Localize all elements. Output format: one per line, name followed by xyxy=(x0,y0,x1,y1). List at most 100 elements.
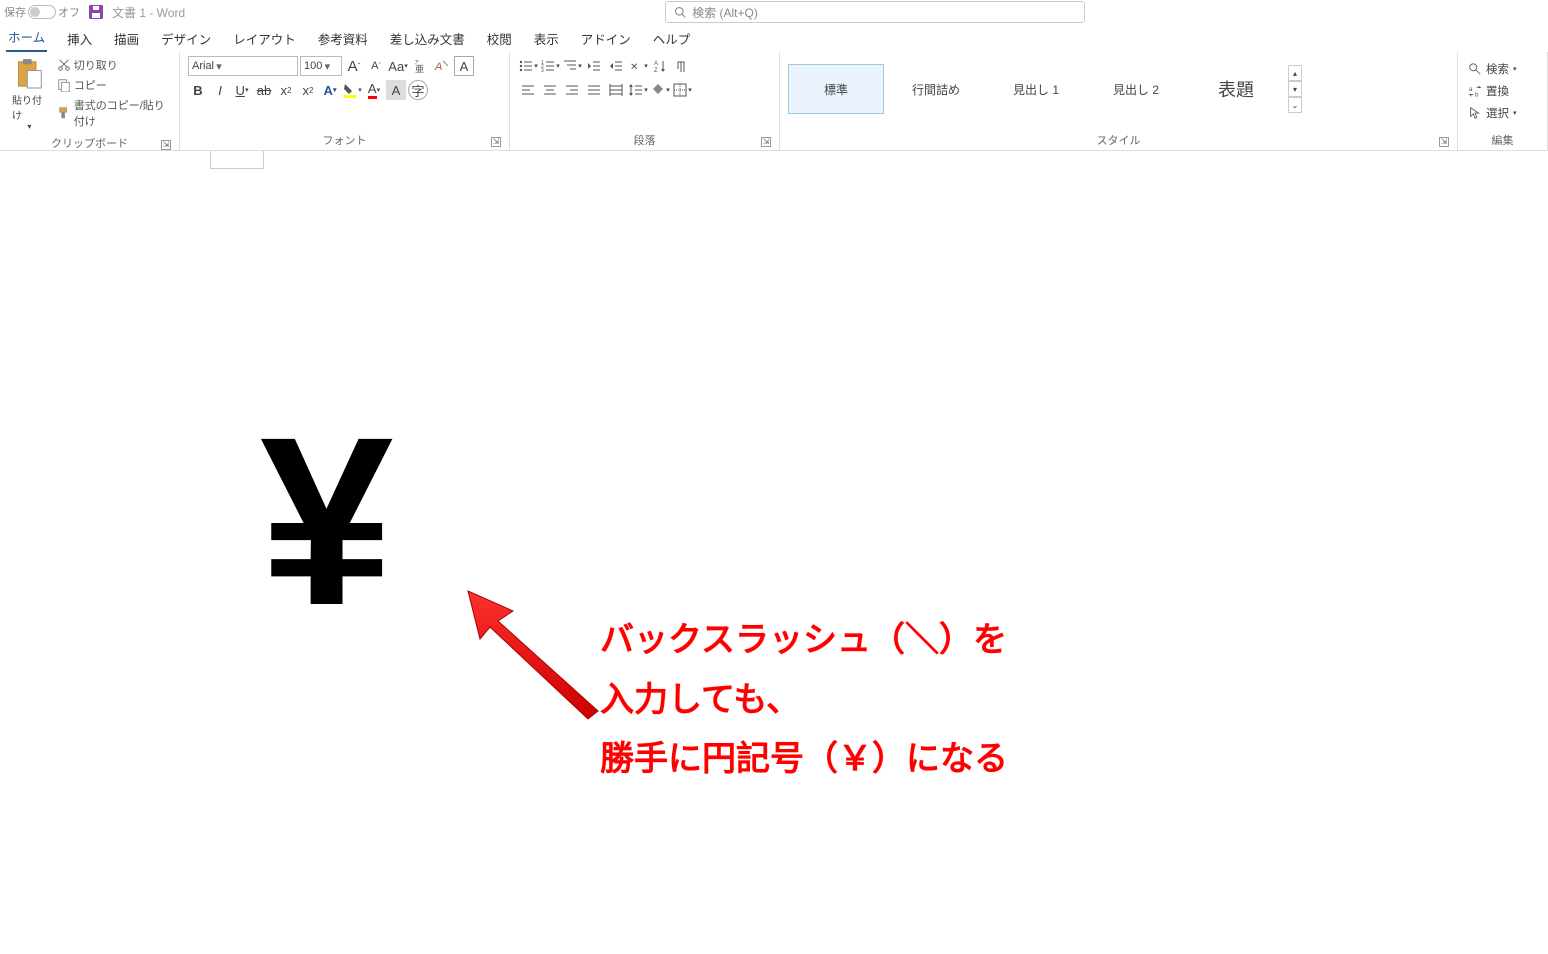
replace-label: 置換 xyxy=(1486,83,1509,99)
style-title[interactable]: 表題 xyxy=(1188,64,1284,114)
strike-icon[interactable]: ab xyxy=(254,80,274,100)
annotation-text: バックスラッシュ（＼）を 入力しても、 勝手に円記号（￥）になる xyxy=(600,611,1008,790)
shading-icon[interactable]: ▾ xyxy=(650,80,670,100)
styles-scroll-up[interactable]: ▴ xyxy=(1288,65,1302,81)
grow-font-icon[interactable]: Aˆ xyxy=(344,56,364,76)
find-label: 検索 xyxy=(1486,61,1509,77)
font-launcher[interactable]: ⇲ xyxy=(491,137,501,147)
copy-button[interactable]: コピー xyxy=(55,76,171,94)
bold-icon[interactable]: B xyxy=(188,80,208,100)
show-marks-icon[interactable] xyxy=(672,56,692,76)
find-button[interactable]: 検索▾ xyxy=(1466,60,1539,78)
tab-layout[interactable]: レイアウト xyxy=(231,25,298,52)
numbering-icon[interactable]: 123▾ xyxy=(540,56,560,76)
font-size-combo[interactable]: 100▾ xyxy=(300,56,342,76)
copy-icon xyxy=(57,78,71,92)
decrease-indent-icon[interactable] xyxy=(584,56,604,76)
toggle-icon xyxy=(28,5,56,19)
svg-text:A: A xyxy=(654,61,658,67)
italic-icon[interactable]: I xyxy=(210,80,230,100)
styles-group-label: スタイル xyxy=(1097,135,1141,147)
align-left-icon[interactable] xyxy=(518,80,538,100)
tab-help[interactable]: ヘルプ xyxy=(651,25,693,52)
svg-text:✕: ✕ xyxy=(630,62,638,73)
font-color-icon[interactable]: A▾ xyxy=(364,80,384,100)
document-title: 文書 1 - Word xyxy=(112,4,185,21)
format-painter-label: 書式のコピー/貼り付け xyxy=(74,97,169,129)
replace-button[interactable]: ab 置換 xyxy=(1466,82,1539,100)
subscript-icon[interactable]: x2 xyxy=(276,80,296,100)
styles-group: 標準 行間詰め 見出し 1 見出し 2 表題 ▴ ▾ ⌄ スタイル ⇲ xyxy=(780,52,1458,150)
sort-icon[interactable]: AZ xyxy=(650,56,670,76)
document-area[interactable]: ¥ バックスラッシュ（＼）を 入力しても、 勝手に円記号（￥）になる xyxy=(0,151,1548,954)
char-border-icon[interactable]: A xyxy=(454,56,474,76)
autosave-label: 保存 xyxy=(4,4,26,20)
clipboard-group-label: クリップボード xyxy=(51,138,128,150)
text-direction-icon[interactable]: ✕▾ xyxy=(628,56,648,76)
search-placeholder: 検索 (Alt+Q) xyxy=(692,4,758,21)
tab-insert[interactable]: 挿入 xyxy=(65,25,94,52)
highlight-icon[interactable]: ▾ xyxy=(342,80,362,100)
svg-text:3: 3 xyxy=(541,68,544,74)
cut-button[interactable]: 切り取り xyxy=(55,56,171,74)
phonetic-guide-icon[interactable]: ア亜 xyxy=(410,56,430,76)
change-case-icon[interactable]: Aa▾ xyxy=(388,56,408,76)
styles-scroll-down[interactable]: ▾ xyxy=(1288,81,1302,97)
style-heading1[interactable]: 見出し 1 xyxy=(988,64,1084,114)
tab-design[interactable]: デザイン xyxy=(159,25,213,52)
select-label: 選択 xyxy=(1486,105,1509,121)
scissors-icon xyxy=(57,58,71,72)
svg-text:a: a xyxy=(1469,86,1473,93)
search-input[interactable]: 検索 (Alt+Q) xyxy=(665,1,1085,23)
line-spacing-icon[interactable]: ▾ xyxy=(628,80,648,100)
bullets-icon[interactable]: ▾ xyxy=(518,56,538,76)
format-painter-button[interactable]: 書式のコピー/貼り付け xyxy=(55,96,171,130)
enclose-char-icon[interactable]: 字 xyxy=(408,80,428,100)
copy-label: コピー xyxy=(74,77,107,93)
shrink-font-icon[interactable]: Aˇ xyxy=(366,56,386,76)
paragraph-launcher[interactable]: ⇲ xyxy=(761,137,771,147)
svg-text:b: b xyxy=(1475,91,1479,98)
borders-icon[interactable]: ▾ xyxy=(672,80,692,100)
style-normal[interactable]: 標準 xyxy=(788,64,884,114)
clipboard-launcher[interactable]: ⇲ xyxy=(161,140,171,150)
styles-launcher[interactable]: ⇲ xyxy=(1439,137,1449,147)
title-bar: 保存 オフ 文書 1 - Word 検索 (Alt+Q) xyxy=(0,0,1548,24)
autosave-state: オフ xyxy=(58,4,80,20)
paste-button[interactable]: 貼り付け ▾ xyxy=(8,56,51,133)
underline-icon[interactable]: U▾ xyxy=(232,80,252,100)
tab-view[interactable]: 表示 xyxy=(532,25,561,52)
justify-icon[interactable] xyxy=(584,80,604,100)
style-no-spacing[interactable]: 行間詰め xyxy=(888,64,984,114)
cut-label: 切り取り xyxy=(74,57,118,73)
brush-icon xyxy=(57,106,71,120)
font-group: Arial▾ 100▾ Aˆ Aˇ Aa▾ ア亜 A A B I U▾ ab x… xyxy=(180,52,510,150)
tab-addins[interactable]: アドイン xyxy=(579,25,633,52)
align-center-icon[interactable] xyxy=(540,80,560,100)
style-heading2[interactable]: 見出し 2 xyxy=(1088,64,1184,114)
select-button[interactable]: 選択▾ xyxy=(1466,104,1539,122)
paste-label: 貼り付け xyxy=(12,92,47,122)
editing-group-label: 編集 xyxy=(1492,135,1514,147)
tab-review[interactable]: 校閲 xyxy=(485,25,514,52)
autosave-toggle[interactable]: 保存 オフ xyxy=(4,4,80,20)
text-effects-icon[interactable]: A▾ xyxy=(320,80,340,100)
multilevel-list-icon[interactable]: ▾ xyxy=(562,56,582,76)
char-shading-icon[interactable]: A xyxy=(386,80,406,100)
clear-format-icon[interactable]: A xyxy=(432,56,452,76)
ruler-tab-indicator xyxy=(210,151,264,169)
styles-expand[interactable]: ⌄ xyxy=(1288,97,1302,113)
superscript-icon[interactable]: x2 xyxy=(298,80,318,100)
tab-references[interactable]: 参考資料 xyxy=(316,25,370,52)
tab-draw[interactable]: 描画 xyxy=(112,25,141,52)
font-name-combo[interactable]: Arial▾ xyxy=(188,56,298,76)
editing-group: 検索▾ ab 置換 選択▾ 編集 xyxy=(1458,52,1548,150)
distribute-icon[interactable] xyxy=(606,80,626,100)
align-right-icon[interactable] xyxy=(562,80,582,100)
increase-indent-icon[interactable] xyxy=(606,56,626,76)
save-icon[interactable] xyxy=(88,4,104,20)
font-group-label: フォント xyxy=(323,135,367,147)
tab-mailings[interactable]: 差し込み文書 xyxy=(388,25,467,52)
paragraph-group-label: 段落 xyxy=(634,135,656,147)
tab-home[interactable]: ホーム xyxy=(6,23,47,52)
